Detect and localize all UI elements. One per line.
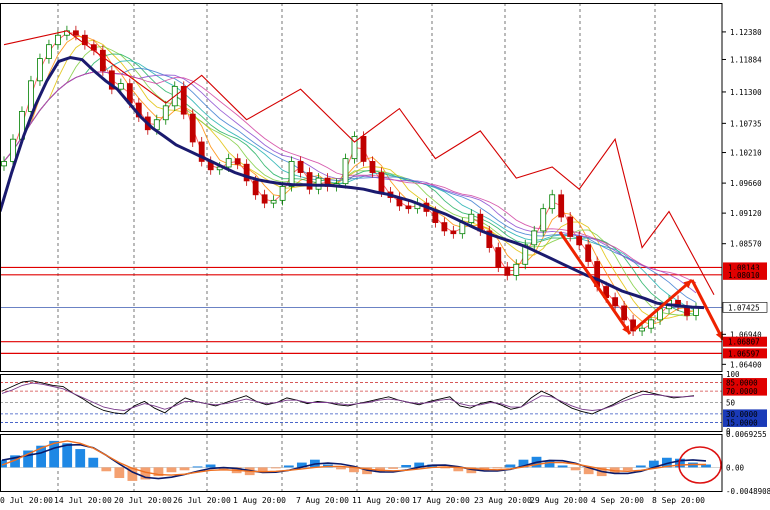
candle-body: [261, 194, 268, 204]
candle-body: [252, 180, 259, 196]
y-tick-label: 1.11884: [730, 55, 762, 64]
candle-body: [432, 211, 439, 223]
y-tick-label: 1.12380: [730, 28, 762, 37]
candle-body: [99, 49, 106, 72]
candle-body: [405, 205, 412, 210]
candle-body: [342, 158, 349, 185]
candle-body: [162, 105, 169, 121]
candle-body: [513, 263, 520, 276]
candle-body: [28, 80, 34, 112]
x-tick-label: 20 Jul 20:00: [114, 496, 172, 505]
macd-bar: [388, 467, 398, 469]
candle-body: [279, 186, 286, 201]
osc-tick-label: 15.0000: [726, 418, 758, 427]
candle-body: [225, 158, 232, 168]
macd-bar: [75, 449, 86, 468]
macd-bar: [557, 465, 568, 468]
candle-body: [360, 136, 367, 162]
candle-body: [55, 34, 61, 46]
y-tick-label: 1.06400: [730, 360, 762, 369]
x-tick-label: 4 Sep 20:00: [591, 496, 644, 505]
macd-bar: [114, 467, 125, 479]
x-tick-label: 7 Aug 20:00: [296, 496, 349, 505]
x-tick-label: 14 Jul 20:00: [54, 496, 112, 505]
candle-body: [297, 161, 304, 173]
candle-body: [72, 30, 79, 36]
osc-tick-label: 50: [726, 399, 736, 408]
candle-body: [549, 194, 556, 210]
x-tick-label: 0 Jul 20:00: [0, 496, 53, 505]
candle-body: [10, 138, 16, 162]
y-tick-label: 1.09660: [730, 179, 762, 188]
candle-body: [306, 172, 313, 190]
candle-body: [1, 161, 7, 167]
macd-bar: [192, 466, 203, 468]
macd-bar: [492, 467, 503, 469]
candle-body: [378, 172, 385, 193]
y-tick-label: 1.11300: [730, 88, 762, 97]
y-tick-label: 1.10210: [730, 149, 762, 158]
macd-bar: [622, 467, 633, 471]
candle-body: [504, 266, 511, 276]
macd-bar: [270, 467, 281, 469]
candle-body: [639, 327, 645, 332]
candle-body: [270, 199, 277, 204]
candle-body: [441, 222, 448, 232]
y-tick-label: 1.09120: [730, 209, 762, 218]
macd-bar: [336, 467, 346, 470]
x-tick-label: 11 Aug 20:00: [352, 496, 410, 505]
macd-bar: [101, 467, 112, 472]
level-label: 1.06807: [728, 338, 760, 347]
macd-bar: [401, 464, 412, 468]
macd-tick-label: 0.0069255: [726, 430, 767, 439]
candle-body: [540, 208, 547, 232]
macd-bar: [635, 465, 646, 468]
candle-body: [585, 244, 592, 262]
candle-body: [234, 158, 241, 165]
candle-body: [37, 58, 43, 82]
x-tick-label: 17 Aug 20:00: [412, 496, 470, 505]
macd-tick-label: 0.00: [726, 463, 745, 472]
level-label: 1.06597: [728, 349, 760, 358]
macd-bar: [283, 465, 294, 468]
candle-body: [46, 44, 52, 59]
candle-body: [468, 213, 475, 223]
x-tick-label: 1 Aug 20:00: [233, 496, 286, 505]
candle-body: [369, 161, 376, 173]
y-tick-label: 1.08570: [730, 240, 762, 249]
y-tick-label: 1.10735: [730, 119, 762, 128]
candle-body: [117, 83, 124, 90]
candle-body: [648, 319, 654, 329]
level-label: 1.08010: [728, 271, 760, 280]
macd-bar: [205, 464, 216, 468]
macd-bar: [166, 467, 177, 473]
x-tick-label: 8 Sep 20:00: [652, 496, 705, 505]
macd-bar: [179, 467, 190, 471]
current-price-label: 1.07425: [728, 303, 760, 312]
candle-body: [612, 297, 619, 307]
x-tick-label: 23 Aug 20:00: [474, 496, 532, 505]
candle-body: [567, 216, 574, 237]
candle-body: [189, 113, 196, 143]
osc-tick-label: 70.0000: [726, 387, 758, 396]
candle-body: [288, 161, 295, 187]
macd-bar: [62, 443, 73, 468]
macd-bar: [88, 457, 99, 468]
candle-body: [531, 230, 538, 246]
macd-tick-label: -0.0048908: [726, 487, 770, 496]
candle-body: [558, 194, 565, 218]
candle-body: [450, 230, 457, 235]
candle-body: [576, 236, 583, 246]
macd-bar: [505, 464, 516, 468]
macd-bar: [570, 467, 581, 471]
forex-chart: 0 Jul 20:00 14 Jul 20:00 20 Jul 20:00 26 Ju…: [0, 0, 770, 510]
x-tick-label: 26 Jul 20:00: [173, 496, 231, 505]
candle-body: [621, 305, 628, 321]
candle-body: [495, 247, 502, 268]
candle-body: [315, 177, 322, 190]
x-tick-label: 29 Aug 20:00: [530, 496, 588, 505]
